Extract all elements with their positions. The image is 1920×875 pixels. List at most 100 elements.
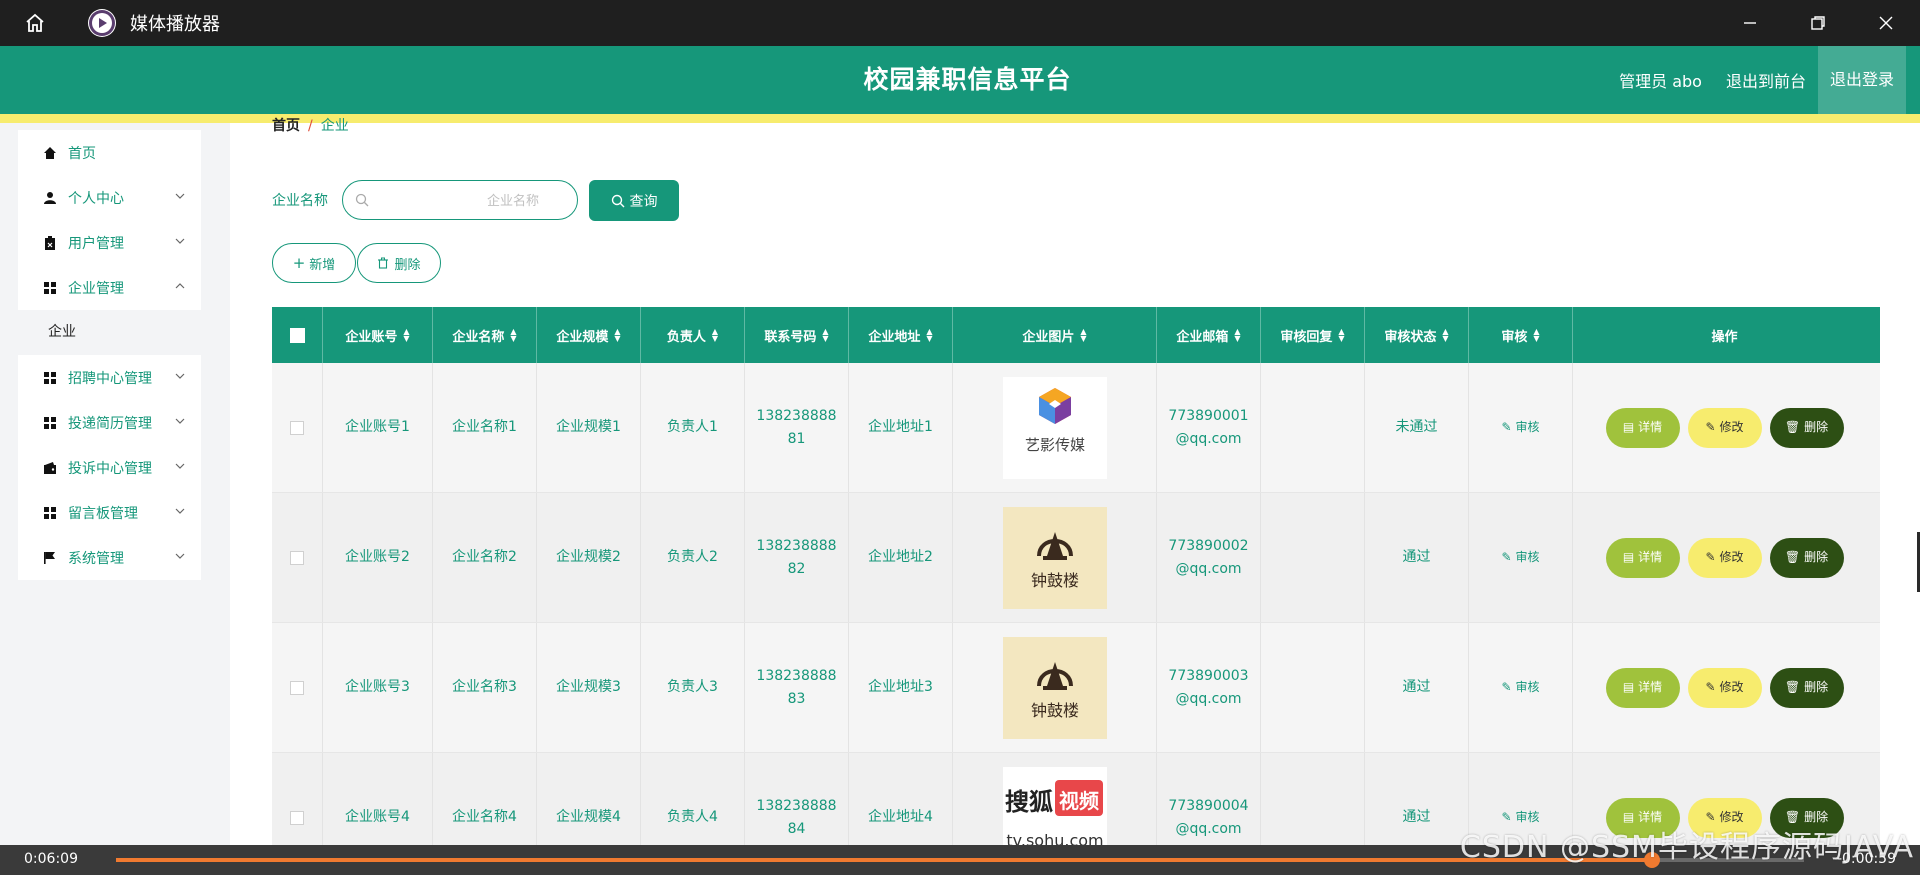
column-header[interactable]: 企业名称 ▲ ▼ bbox=[433, 307, 537, 363]
column-header[interactable]: 负责人 ▲ ▼ bbox=[641, 307, 745, 363]
sidebar-item-label: 个人中心 bbox=[68, 190, 124, 207]
column-header-label: 联系号码 bbox=[764, 329, 817, 345]
enterprise-image[interactable]: 艺影传媒 bbox=[1002, 376, 1107, 479]
audit-link[interactable]: ✎ 审核 bbox=[1469, 493, 1573, 622]
column-header[interactable]: 企业地址 ▲ ▼ bbox=[849, 307, 953, 363]
row-select-cell bbox=[272, 623, 323, 752]
trash-icon: 🗑 bbox=[1784, 420, 1801, 434]
drum-tower-logo-icon: 钟鼓楼 bbox=[1030, 661, 1079, 720]
operation-cell: ▤ 详情 ✎ 修改 🗑 删除 bbox=[1573, 623, 1876, 752]
user-icon bbox=[42, 190, 58, 206]
sidebar-item-user-management[interactable]: 用户管理 bbox=[18, 220, 201, 265]
svg-text:搜狐: 搜狐 bbox=[1005, 788, 1053, 816]
column-header-label: 审核状态 bbox=[1384, 329, 1437, 345]
email-line: 773890002 bbox=[1168, 537, 1249, 554]
detail-button[interactable]: ▤ 详情 bbox=[1605, 407, 1680, 448]
column-header[interactable]: 审核 ▲ ▼ bbox=[1469, 307, 1573, 363]
document-icon: ▤ bbox=[1622, 420, 1635, 434]
home-icon bbox=[42, 145, 58, 161]
minimize-button[interactable] bbox=[1716, 0, 1784, 46]
email-cell: 773890003 @qq.com bbox=[1157, 623, 1261, 752]
plus-icon: + bbox=[292, 254, 306, 272]
table-row: 企业账号2 企业名称2 企业规模2 负责人2 138238888 82 企业地址2… bbox=[272, 493, 1880, 623]
audit-link[interactable]: ✎ 审核 bbox=[1469, 363, 1573, 492]
sort-icon: ▲ ▼ bbox=[1442, 327, 1449, 343]
row-checkbox[interactable] bbox=[290, 810, 304, 825]
sidebar-item-resume[interactable]: 投递简历管理 bbox=[18, 400, 201, 445]
detail-button[interactable]: ▤ 详情 bbox=[1605, 667, 1680, 708]
column-header[interactable]: 审核状态 ▲ ▼ bbox=[1365, 307, 1469, 363]
app-header: 校园兼职信息平台 管理员 abo 退出到前台 退出登录 bbox=[0, 46, 1920, 114]
sidebar-item-system[interactable]: 系统管理 bbox=[18, 535, 201, 580]
detail-button-label: 详情 bbox=[1638, 680, 1663, 694]
column-header[interactable]: 企业账号 ▲ ▼ bbox=[323, 307, 433, 363]
add-button[interactable]: + 新增 bbox=[272, 243, 356, 283]
enterprise-image[interactable]: 钟鼓楼 bbox=[1002, 506, 1107, 609]
column-header-label: 企业地址 bbox=[868, 329, 921, 345]
email-line: @qq.com bbox=[1175, 560, 1242, 577]
row-delete-button[interactable]: 🗑 删除 bbox=[1769, 407, 1844, 448]
column-header-label: 企业邮箱 bbox=[1176, 329, 1229, 345]
home-icon[interactable] bbox=[0, 0, 70, 46]
sidebar-item-label: 投诉中心管理 bbox=[68, 460, 152, 477]
sidebar-item-enterprise-management[interactable]: 企业管理 bbox=[18, 265, 201, 310]
chevron-down-icon bbox=[175, 193, 185, 199]
column-header[interactable]: 企业邮箱 ▲ ▼ bbox=[1157, 307, 1261, 363]
table-header: 企业账号 ▲ ▼ 企业名称 ▲ ▼ 企业规模 ▲ ▼ 负责人 ▲ ▼ 联系号码 ▲ ▼ 企业地址 ▲ ▼… bbox=[272, 307, 1880, 363]
delete-button-label: 删除 bbox=[1804, 680, 1829, 694]
column-header[interactable]: 企业图片 ▲ ▼ bbox=[953, 307, 1157, 363]
svg-text:钟鼓楼: 钟鼓楼 bbox=[1030, 701, 1078, 720]
account-cell: 企业账号2 bbox=[323, 493, 433, 622]
reply-cell bbox=[1261, 363, 1365, 492]
row-delete-button[interactable]: 🗑 删除 bbox=[1769, 667, 1844, 708]
audit-label: 审核 bbox=[1515, 420, 1540, 434]
column-header[interactable]: 联系号码 ▲ ▼ bbox=[745, 307, 849, 363]
delete-button-label: 删除 bbox=[1804, 550, 1829, 564]
close-button[interactable] bbox=[1852, 0, 1920, 46]
account-cell: 企业账号1 bbox=[323, 363, 433, 492]
email-line: @qq.com bbox=[1175, 690, 1242, 707]
flag-icon bbox=[42, 550, 58, 566]
scale-cell: 企业规模1 bbox=[537, 363, 641, 492]
sidebar-subitem-enterprise[interactable]: 企业 bbox=[0, 310, 219, 355]
sidebar-item-personal-center[interactable]: 个人中心 bbox=[18, 175, 201, 220]
edit-button-label: 修改 bbox=[1719, 550, 1744, 564]
breadcrumb-current: 企业 bbox=[320, 118, 349, 133]
sidebar-item-recruitment[interactable]: 招聘中心管理 bbox=[18, 355, 201, 400]
sidebar-item-label: 系统管理 bbox=[68, 550, 124, 567]
edit-button[interactable]: ✎ 修改 bbox=[1687, 667, 1762, 708]
audit-label: 审核 bbox=[1515, 550, 1540, 564]
query-button[interactable]: 查询 bbox=[589, 180, 679, 221]
select-all-checkbox[interactable] bbox=[289, 327, 305, 343]
phone-line: 82 bbox=[787, 560, 806, 577]
add-button-label: 新增 bbox=[309, 257, 336, 273]
address-cell: 企业地址1 bbox=[849, 363, 953, 492]
edit-button[interactable]: ✎ 修改 bbox=[1687, 407, 1762, 448]
enterprise-image[interactable]: 钟鼓楼 bbox=[1002, 636, 1107, 739]
edit-button[interactable]: ✎ 修改 bbox=[1687, 537, 1762, 578]
sidebar-item-complaint[interactable]: 投诉中心管理 bbox=[18, 445, 201, 490]
row-delete-button[interactable]: 🗑 删除 bbox=[1769, 537, 1844, 578]
row-checkbox[interactable] bbox=[290, 680, 304, 695]
column-header[interactable]: 企业规模 ▲ ▼ bbox=[537, 307, 641, 363]
breadcrumb: 首页 / 企业 bbox=[272, 115, 349, 133]
audit-link[interactable]: ✎ 审核 bbox=[1469, 623, 1573, 752]
sidebar-item-home[interactable]: 首页 bbox=[18, 130, 201, 175]
column-header[interactable]: 审核回复 ▲ ▼ bbox=[1261, 307, 1365, 363]
delete-button[interactable]: 删除 bbox=[357, 243, 441, 283]
row-checkbox[interactable] bbox=[290, 550, 304, 565]
sidebar-item-label: 招聘中心管理 bbox=[68, 370, 152, 387]
restore-button[interactable] bbox=[1784, 0, 1852, 46]
row-checkbox[interactable] bbox=[290, 420, 304, 435]
search-input[interactable] bbox=[369, 192, 549, 208]
detail-button[interactable]: ▤ 详情 bbox=[1605, 537, 1680, 578]
detail-button-label: 详情 bbox=[1638, 420, 1663, 434]
column-header-label: 企业图片 bbox=[1022, 329, 1075, 345]
logout-link[interactable]: 退出登录 bbox=[1817, 46, 1906, 114]
breadcrumb-home[interactable]: 首页 bbox=[272, 115, 300, 133]
column-header-label: 企业规模 bbox=[556, 329, 609, 345]
watermark: CSDN @SSM毕设程序源码JAVA bbox=[1459, 830, 1914, 865]
sidebar-item-message-board[interactable]: 留言板管理 bbox=[18, 490, 201, 535]
exit-front-link[interactable]: 退出到前台 bbox=[1714, 68, 1818, 92]
status-cell: 通过 bbox=[1365, 493, 1469, 622]
